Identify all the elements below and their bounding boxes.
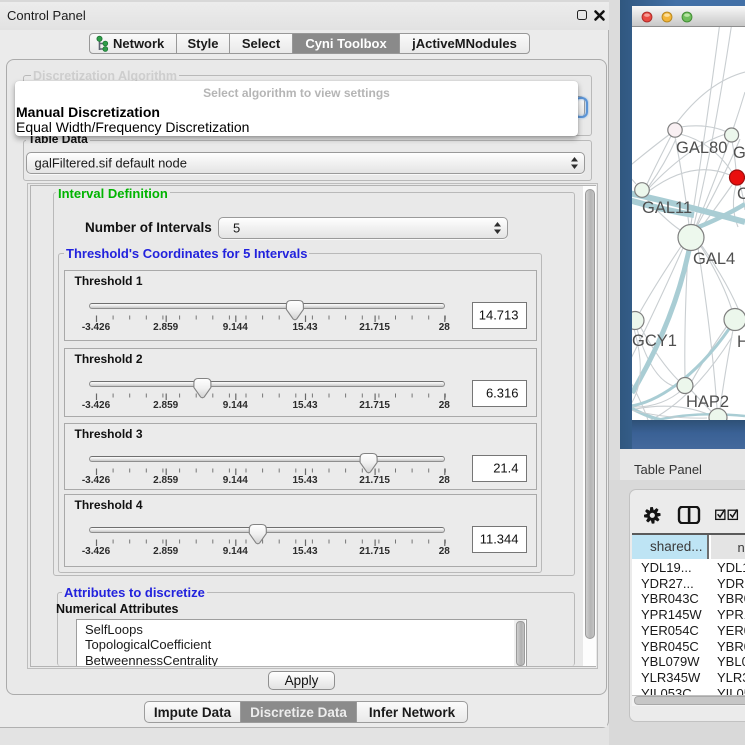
svg-text:GCY1: GCY1 bbox=[632, 332, 677, 350]
svg-text:H: H bbox=[737, 333, 745, 351]
svg-text:C: C bbox=[737, 185, 745, 203]
svg-text:GAL80: GAL80 bbox=[676, 139, 727, 157]
svg-text:GAL11: GAL11 bbox=[642, 199, 692, 217]
svg-text:HAP2: HAP2 bbox=[686, 393, 729, 411]
svg-text:GA: GA bbox=[733, 144, 745, 162]
svg-text:GAL4: GAL4 bbox=[693, 250, 735, 268]
